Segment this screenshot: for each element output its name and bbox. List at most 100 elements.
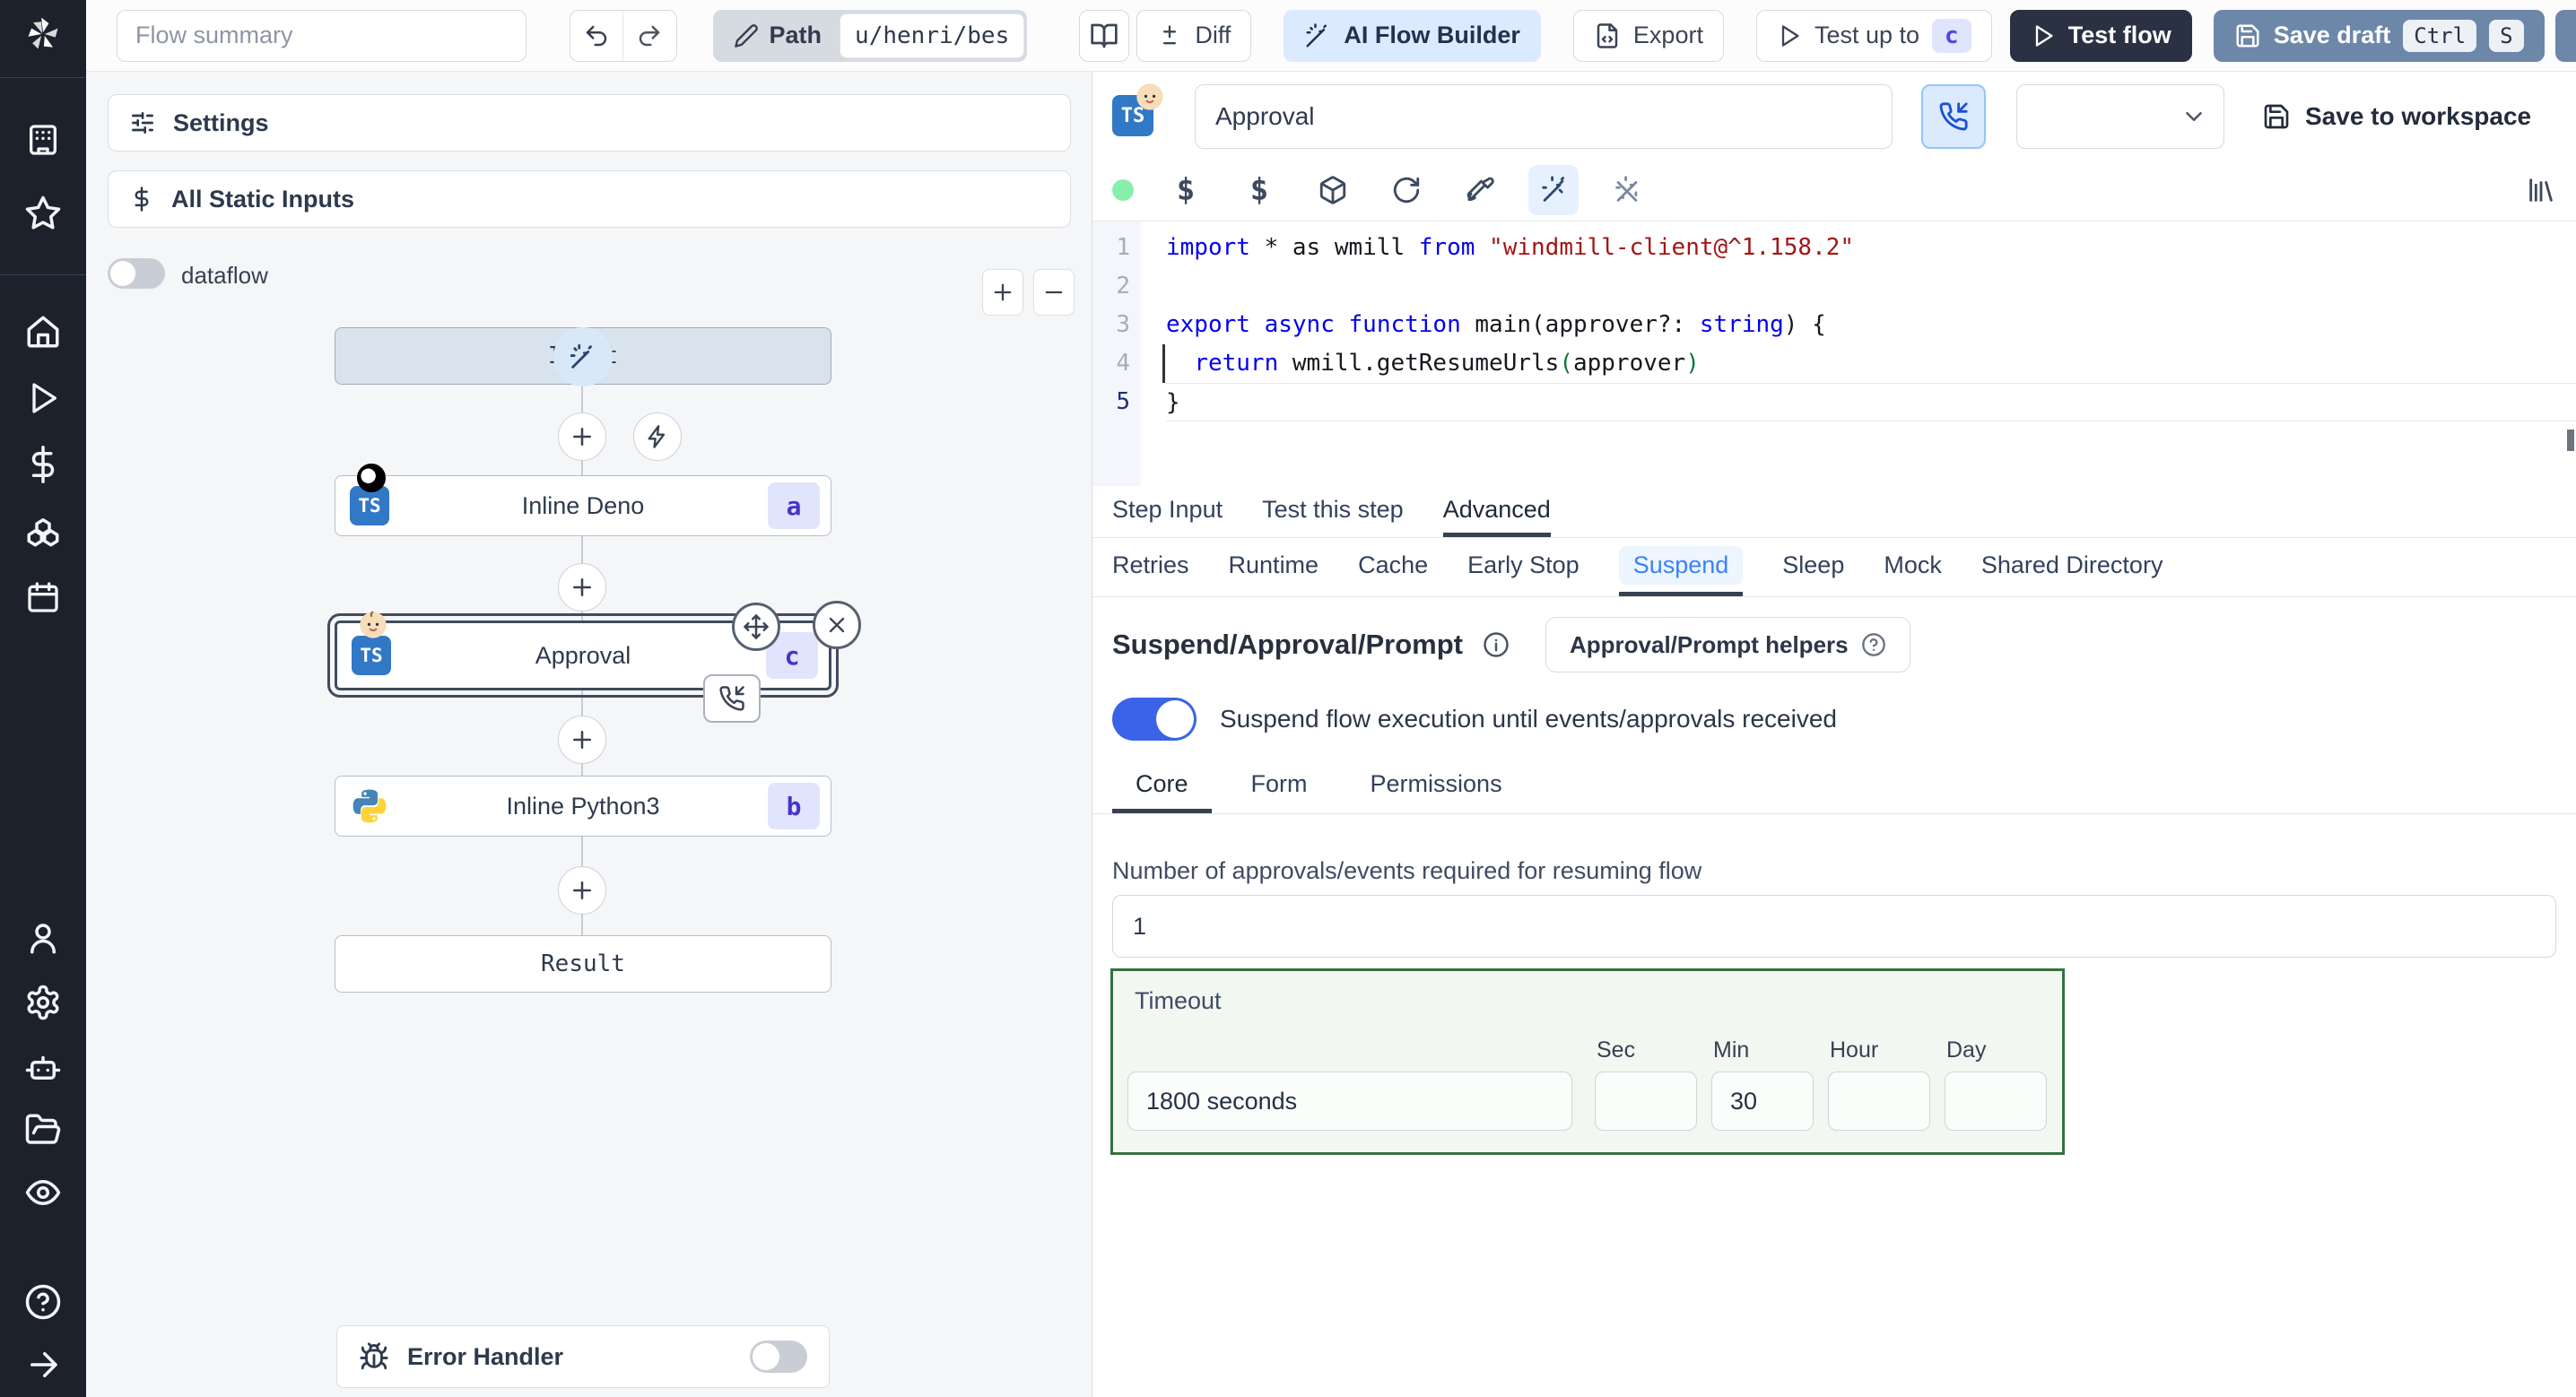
- book-button[interactable]: [1079, 9, 1130, 62]
- package-icon[interactable]: [1308, 165, 1358, 215]
- kbd-s: S: [2489, 19, 2524, 52]
- tab-shared-directory[interactable]: Shared Directory: [1981, 538, 2163, 596]
- tab-early-stop[interactable]: Early Stop: [1467, 538, 1580, 596]
- save-to-workspace-button[interactable]: Save to workspace: [2262, 84, 2531, 149]
- star-icon[interactable]: [22, 192, 65, 235]
- redo-button[interactable]: [622, 10, 675, 61]
- dataflow-toggle[interactable]: [108, 258, 165, 289]
- flow-summary-input[interactable]: [117, 9, 527, 62]
- path-value: u/henri/bes: [840, 13, 1025, 58]
- tab-step-input[interactable]: Step Input: [1112, 486, 1223, 537]
- tab-permissions[interactable]: Permissions: [1347, 759, 1526, 813]
- folder-open-icon[interactable]: [22, 1108, 65, 1151]
- suspend-phone-badge[interactable]: [703, 674, 761, 723]
- add-step-button[interactable]: [558, 716, 606, 764]
- gear-icon[interactable]: [22, 981, 65, 1024]
- line-number: 1: [1116, 234, 1130, 261]
- tab-advanced[interactable]: Advanced: [1442, 486, 1551, 537]
- timeout-sec-input[interactable]: [1595, 1072, 1697, 1131]
- step-name-input[interactable]: [1195, 84, 1893, 149]
- unit-label-sec: Sec: [1597, 1037, 1636, 1063]
- timeout-summary-input[interactable]: [1127, 1072, 1572, 1131]
- tab-runtime[interactable]: Runtime: [1229, 538, 1319, 596]
- line-number: 3: [1116, 311, 1130, 338]
- tab-mock[interactable]: Mock: [1884, 538, 1942, 596]
- ai-flow-builder-button[interactable]: AI Flow Builder: [1284, 9, 1541, 62]
- windmill-flow-editor: Path u/henri/bes Diff AI Flow Builder Ex…: [0, 0, 2576, 1397]
- step-detail-panel: TS Save to workspace $ $: [1092, 72, 2576, 1397]
- error-handler-toggle[interactable]: [750, 1341, 807, 1373]
- test-flow-button[interactable]: Test flow: [2009, 9, 2192, 62]
- code-editor[interactable]: 1 2 3 4 5 import * as wmill from "windmill-c…: [1092, 221, 2576, 486]
- add-step-button[interactable]: [558, 866, 606, 915]
- user-icon[interactable]: [22, 916, 65, 959]
- flow-settings-button[interactable]: Settings: [108, 94, 1071, 152]
- error-handler-bar[interactable]: Error Handler: [336, 1325, 830, 1388]
- code-lines[interactable]: import * as wmill from "windmill-client@…: [1141, 221, 2576, 486]
- timeout-box: Timeout Sec Min Hour Day: [1110, 968, 2065, 1155]
- unit-label-hour: Hour: [1830, 1037, 1879, 1063]
- trigger-select[interactable]: [2016, 84, 2224, 149]
- building-icon[interactable]: [22, 118, 65, 161]
- robot-icon[interactable]: [22, 1046, 65, 1089]
- tab-core[interactable]: Core: [1112, 759, 1212, 813]
- help-circle-icon[interactable]: [22, 1280, 65, 1323]
- dataflow-label: dataflow: [181, 262, 268, 289]
- timeout-day-input[interactable]: [1945, 1072, 2047, 1131]
- add-trigger-button[interactable]: [633, 412, 682, 461]
- move-step-button[interactable]: [732, 603, 780, 651]
- tab-cache[interactable]: Cache: [1358, 538, 1428, 596]
- refresh-icon[interactable]: [1381, 165, 1432, 215]
- pencil-icon: [734, 23, 758, 48]
- flow-node-result[interactable]: Result: [335, 935, 831, 993]
- dollar-icon[interactable]: $: [1234, 165, 1284, 215]
- arrow-right-icon[interactable]: [22, 1343, 65, 1386]
- ai-wand-button[interactable]: [553, 327, 613, 386]
- info-icon[interactable]: [1483, 631, 1510, 658]
- delete-step-button[interactable]: [813, 601, 861, 649]
- paintbrush-icon[interactable]: [1455, 165, 1505, 215]
- zoom-out-button[interactable]: [1033, 269, 1075, 316]
- timeout-min-input[interactable]: [1711, 1072, 1814, 1131]
- export-button[interactable]: Export: [1572, 9, 1724, 62]
- line-number: 2: [1116, 273, 1130, 299]
- save-draft-button[interactable]: Save draft Ctrl S: [2213, 9, 2545, 62]
- zoom-in-button[interactable]: [982, 269, 1023, 316]
- add-step-button[interactable]: [558, 412, 606, 461]
- all-static-inputs-button[interactable]: All Static Inputs: [108, 170, 1071, 228]
- approvals-count-input[interactable]: [1112, 895, 2556, 958]
- path-button[interactable]: Path u/henri/bes: [712, 9, 1028, 62]
- approval-prompt-helpers-button[interactable]: Approval/Prompt helpers: [1545, 617, 1910, 672]
- dollar-icon[interactable]: [22, 443, 65, 486]
- partial-button[interactable]: [2554, 9, 2576, 62]
- eye-icon[interactable]: [22, 1171, 65, 1214]
- suspend-phone-button[interactable]: [1921, 84, 1986, 149]
- flow-node-deno[interactable]: TS Inline Deno a: [335, 464, 831, 536]
- ai-wand-off-icon[interactable]: [1602, 165, 1652, 215]
- library-icon[interactable]: [2526, 175, 2556, 205]
- play-icon[interactable]: [22, 377, 65, 420]
- advanced-tabs: Retries Runtime Cache Early Stop Suspend…: [1092, 538, 2576, 597]
- timeout-hour-input[interactable]: [1828, 1072, 1930, 1131]
- tab-form[interactable]: Form: [1228, 759, 1331, 813]
- undo-button[interactable]: [570, 11, 622, 61]
- tab-retries[interactable]: Retries: [1112, 538, 1189, 596]
- tab-sleep[interactable]: Sleep: [1782, 538, 1844, 596]
- ai-wand-icon[interactable]: [1528, 165, 1579, 215]
- home-icon[interactable]: [22, 310, 65, 353]
- tab-test-this-step[interactable]: Test this step: [1262, 486, 1404, 537]
- suspend-toggle[interactable]: [1112, 698, 1197, 741]
- tab-suspend[interactable]: Suspend: [1618, 538, 1744, 596]
- cubes-icon[interactable]: [22, 509, 65, 552]
- editor-scrollbar[interactable]: [2567, 430, 2574, 451]
- suspend-toggle-label: Suspend flow execution until events/appr…: [1220, 705, 1837, 733]
- test-up-to-button[interactable]: Test up to c: [1755, 9, 1992, 62]
- windmill-logo-icon[interactable]: [22, 13, 65, 56]
- calendar-icon[interactable]: [22, 576, 65, 619]
- editor-toolbar: $ $: [1112, 161, 2556, 219]
- dollar-icon[interactable]: $: [1161, 165, 1211, 215]
- diff-button[interactable]: Diff: [1136, 9, 1252, 62]
- save-icon: [2236, 24, 2259, 47]
- add-step-button[interactable]: [558, 563, 606, 612]
- flow-node-python[interactable]: Inline Python3 b: [335, 776, 831, 837]
